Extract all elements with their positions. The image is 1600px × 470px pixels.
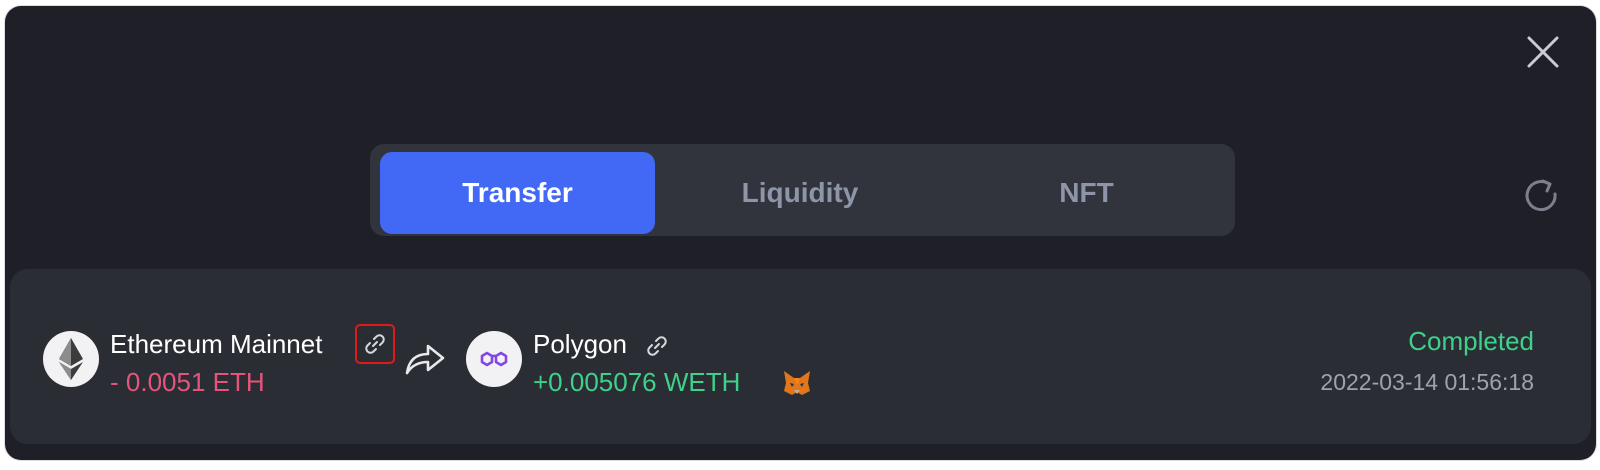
link-icon <box>647 336 667 356</box>
share-arrow-icon <box>405 344 445 375</box>
source-chain-name: Ethereum Mainnet <box>110 329 323 359</box>
status-badge: Completed <box>1408 326 1534 356</box>
transfer-row[interactable]: Ethereum Mainnet - 0.0051 ETH Polygon +0… <box>10 269 1591 444</box>
refresh-button[interactable] <box>1518 172 1566 220</box>
destination-amount: +0.005076 WETH <box>533 367 741 397</box>
transfer-history-modal: Transfer Liquidity NFT Ethereum Mainnet <box>5 6 1596 460</box>
source-explorer-link[interactable] <box>355 324 395 364</box>
tab-nft[interactable]: NFT <box>945 152 1228 234</box>
close-button[interactable] <box>1523 32 1563 72</box>
transfer-timestamp: 2022-03-14 01:56:18 <box>1320 369 1534 395</box>
polygon-logo <box>466 331 522 387</box>
tab-transfer[interactable]: Transfer <box>380 152 655 234</box>
link-icon <box>365 334 385 354</box>
destination-explorer-link[interactable] <box>642 331 672 361</box>
tab-bar: Transfer Liquidity NFT <box>370 144 1235 236</box>
refresh-icon <box>1525 179 1557 212</box>
close-icon <box>1527 36 1559 68</box>
tab-liquidity[interactable]: Liquidity <box>655 152 945 234</box>
destination-chain-name: Polygon <box>533 329 627 359</box>
ethereum-logo <box>43 331 99 387</box>
metamask-fox-icon[interactable] <box>782 369 812 397</box>
source-amount: - 0.0051 ETH <box>110 367 265 397</box>
